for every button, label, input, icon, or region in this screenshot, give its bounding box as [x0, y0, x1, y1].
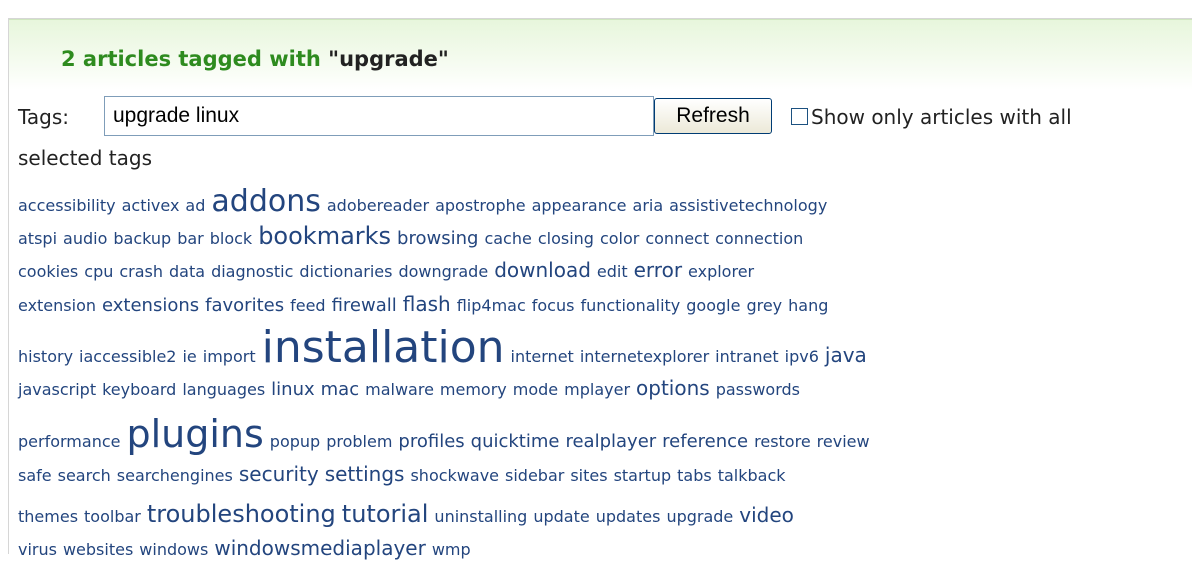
results-header: 2 articles tagged with "upgrade" — [9, 19, 1192, 90]
tag-cloud-line: virus websites windows windowsmediaplayer wm… — [18, 526, 477, 570]
tag-link-mplayer[interactable]: mplayer — [564, 368, 630, 412]
tag-link-installation[interactable]: installation — [262, 326, 505, 370]
tag-link-update[interactable]: update — [533, 495, 589, 539]
show-only-all-tags-label[interactable]: Show only articles with all — [811, 105, 1072, 129]
tag-link-websites[interactable]: websites — [63, 528, 133, 572]
tag-cloud-line: performance plugins popup problem profiles qu… — [18, 412, 876, 456]
selected-tag-name: "upgrade" — [328, 47, 449, 71]
tag-link-options[interactable]: options — [636, 366, 710, 410]
tag-link-extension[interactable]: extension — [18, 284, 96, 328]
tag-link-updates[interactable]: updates — [596, 495, 661, 539]
tag-link-mode[interactable]: mode — [513, 368, 558, 412]
results-count-title: 2 articles tagged with "upgrade" — [61, 47, 449, 71]
results-count-text: 2 articles tagged with — [61, 47, 321, 71]
tag-link-settings[interactable]: settings — [325, 452, 405, 496]
tag-link-linux[interactable]: linux — [271, 368, 314, 412]
tag-link-grey[interactable]: grey — [746, 284, 782, 328]
tag-link-functionality[interactable]: functionality — [580, 284, 680, 328]
tag-link-focus[interactable]: focus — [532, 284, 575, 328]
tag-link-wmp[interactable]: wmp — [432, 528, 471, 572]
tag-link-malware[interactable]: malware — [365, 368, 434, 412]
tag-link-review[interactable]: review — [817, 420, 870, 464]
tag-link-hang[interactable]: hang — [788, 284, 828, 328]
tag-link-virus[interactable]: virus — [18, 528, 57, 572]
tag-link-windowsmediaplayer[interactable]: windowsmediaplayer — [214, 526, 425, 570]
tag-cloud-line: extension extensions favorites feed firewall… — [18, 282, 834, 326]
tag-link-security[interactable]: security — [239, 452, 319, 496]
tag-link-javascript[interactable]: javascript — [18, 368, 96, 412]
tag-link-extensions[interactable]: extensions — [102, 284, 199, 328]
tag-link-upgrade[interactable]: upgrade — [666, 495, 733, 539]
tag-link-languages[interactable]: languages — [182, 368, 265, 412]
tag-link-plugins[interactable]: plugins — [126, 412, 263, 456]
tag-filter-row: Tags: Refresh Show only articles with al… — [18, 96, 1192, 140]
tag-link-passwords[interactable]: passwords — [716, 368, 800, 412]
tag-link-mac[interactable]: mac — [321, 368, 359, 412]
tag-link-google[interactable]: google — [686, 284, 740, 328]
show-only-all-tags-checkbox[interactable] — [791, 108, 808, 125]
tag-link-memory[interactable]: memory — [440, 368, 507, 412]
tag-cloud-line: history iaccessible2 ie import installation i… — [18, 326, 873, 370]
tag-link-java[interactable]: java — [825, 333, 867, 377]
show-only-all-tags-label-continued[interactable]: selected tags — [18, 146, 152, 170]
refresh-button[interactable]: Refresh — [654, 98, 772, 134]
tag-link-video[interactable]: video — [739, 493, 794, 537]
tags-input[interactable] — [104, 96, 654, 136]
tag-cloud-line: safe search searchengines security settings s… — [18, 452, 792, 496]
tag-cloud-line: javascript keyboard languages linux mac malwa… — [18, 366, 806, 410]
tag-link-flash[interactable]: flash — [403, 282, 451, 326]
tag-link-windows[interactable]: windows — [139, 528, 208, 572]
tags-label: Tags: — [18, 105, 70, 129]
tag-link-keyboard[interactable]: keyboard — [102, 368, 176, 412]
